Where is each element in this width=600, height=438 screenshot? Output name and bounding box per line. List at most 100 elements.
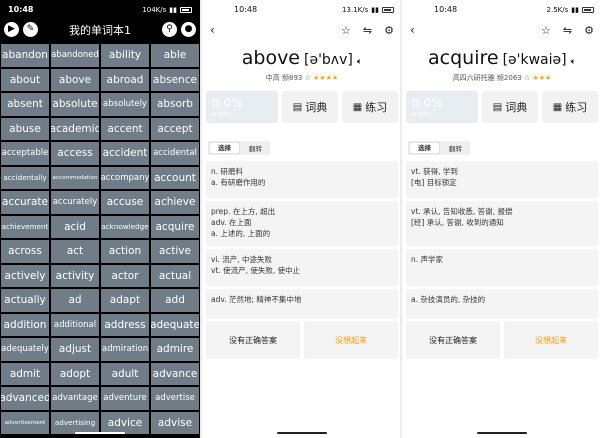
definition-option[interactable]: vt. 承认, 告知收悉, 答谢, 报偿 [经] 承认, 答谢, 收到的通知	[406, 201, 598, 246]
word-tile[interactable]: actual	[151, 264, 199, 287]
word-tile[interactable]: admiration	[101, 338, 149, 361]
word-tile[interactable]: activity	[51, 264, 99, 287]
definition-option[interactable]: n. 研磨料 a. 有研磨作用的	[206, 161, 398, 198]
practice-button[interactable]: ▦ 练习	[542, 91, 598, 123]
word-tile[interactable]: absent	[1, 93, 49, 116]
star-icon[interactable]: ☆	[541, 24, 551, 37]
word-tile[interactable]: advertising	[51, 411, 99, 434]
word-tile[interactable]: absorb	[151, 93, 199, 116]
definition-option[interactable]: vi. 流产, 中途失败 vt. 使流产, 使失败, 使中止	[206, 249, 398, 286]
word-tile[interactable]: advertise	[151, 387, 199, 410]
word-tile[interactable]: account	[151, 166, 199, 189]
definition-option[interactable]: n. 声学家	[406, 249, 598, 286]
word-tile[interactable]: academic	[51, 117, 99, 140]
word-tile[interactable]: above	[51, 68, 99, 91]
word-tile[interactable]: absence	[151, 68, 199, 91]
word-tile[interactable]: able	[151, 44, 199, 67]
word-tile[interactable]: ability	[101, 44, 149, 67]
word-tile[interactable]: accept	[151, 117, 199, 140]
word-tile[interactable]: accent	[101, 117, 149, 140]
definition-option[interactable]: a. 杂技演员的, 杂技的	[406, 289, 598, 319]
play-icon[interactable]: ▶	[4, 22, 19, 37]
word-tile[interactable]: advertisement	[1, 411, 49, 434]
word-tile[interactable]: advise	[151, 411, 199, 434]
no-correct-answer-button[interactable]: 没有正确答案	[406, 321, 500, 359]
word-tile[interactable]: accommodation	[51, 166, 99, 189]
practice-button[interactable]: ▦ 练习	[342, 91, 398, 123]
word-tile[interactable]: adopt	[51, 362, 99, 385]
definition-option[interactable]: vt. 获得, 学到 [电] 目标锁定	[406, 161, 598, 198]
word-tile[interactable]: abandon	[1, 44, 49, 67]
word-tile[interactable]: advantage	[51, 387, 99, 410]
word-tile[interactable]: adequate	[151, 313, 199, 336]
book-icon: ▤	[292, 101, 303, 113]
word-tile[interactable]: achieve	[151, 191, 199, 214]
battery-icon	[180, 6, 192, 13]
tab-choose[interactable]: 选择	[409, 142, 440, 154]
word-tile[interactable]: adjust	[51, 338, 99, 361]
forgot-button[interactable]: 没想起来	[504, 321, 598, 359]
word-tile[interactable]: acid	[51, 215, 99, 238]
word-tile[interactable]: accuse	[101, 191, 149, 214]
tab-flip[interactable]: 翻转	[241, 143, 270, 153]
word-tile[interactable]: abandoned	[51, 44, 99, 67]
word-tile[interactable]: adapt	[101, 289, 149, 312]
word-tile[interactable]: actor	[101, 264, 149, 287]
back-icon[interactable]: ‹	[410, 23, 415, 37]
swap-icon[interactable]: ⇋	[363, 24, 372, 37]
word-tile[interactable]: abroad	[101, 68, 149, 91]
edit-icon[interactable]: ✎	[23, 22, 38, 37]
tab-choose[interactable]: 选择	[209, 142, 240, 154]
word-tile[interactable]: acquire	[151, 215, 199, 238]
word-tile[interactable]: accurately	[51, 191, 99, 214]
word-tile[interactable]: ad	[51, 289, 99, 312]
dictionary-button[interactable]: ▤ 词典	[482, 91, 538, 123]
no-correct-answer-button[interactable]: 没有正确答案	[206, 321, 300, 359]
word-tile[interactable]: advice	[101, 411, 149, 434]
speaker-icon[interactable]: 🔈︎	[357, 57, 362, 67]
word-tile[interactable]: adult	[101, 362, 149, 385]
word-tile[interactable]: acknowledge	[101, 215, 149, 238]
word-tile[interactable]: acceptable	[1, 142, 49, 165]
back-icon[interactable]: ‹	[210, 23, 215, 37]
profile-icon[interactable]: ●	[181, 22, 196, 37]
word-tile[interactable]: accidental	[151, 142, 199, 165]
word-tile[interactable]: across	[1, 240, 49, 263]
definition-option[interactable]: adv. 茫然地; 精神不集中地	[206, 289, 398, 319]
forgot-button[interactable]: 没想起来	[304, 321, 398, 359]
tab-flip[interactable]: 翻转	[441, 143, 470, 153]
word-tile[interactable]: about	[1, 68, 49, 91]
gear-icon[interactable]: ⚙	[384, 24, 394, 37]
word-tile[interactable]: adequately	[1, 338, 49, 361]
definition-option[interactable]: prep. 在上方, 超出 adv. 在上面 a. 上述的, 上面的	[206, 201, 398, 246]
word-tile[interactable]: absolute	[51, 93, 99, 116]
speaker-icon[interactable]: 🔈︎	[571, 57, 576, 67]
word-tile[interactable]: advanced	[1, 387, 49, 410]
dictionary-button[interactable]: ▤ 词典	[282, 91, 338, 123]
word-tile[interactable]: abuse	[1, 117, 49, 140]
word-tile[interactable]: address	[101, 313, 149, 336]
word-tile[interactable]: admit	[1, 362, 49, 385]
word-tile[interactable]: adventure	[101, 387, 149, 410]
word-tile[interactable]: access	[51, 142, 99, 165]
word-tile[interactable]: admire	[151, 338, 199, 361]
word-tile[interactable]: active	[151, 240, 199, 263]
word-tile[interactable]: absolutely	[101, 93, 149, 116]
word-tile[interactable]: addition	[1, 313, 49, 336]
word-tile[interactable]: advance	[151, 362, 199, 385]
word-tile[interactable]: actively	[1, 264, 49, 287]
word-tile[interactable]: accidentally	[1, 166, 49, 189]
word-tile[interactable]: act	[51, 240, 99, 263]
swap-icon[interactable]: ⇋	[563, 24, 572, 37]
word-tile[interactable]: achievement	[1, 215, 49, 238]
star-icon[interactable]: ☆	[341, 24, 351, 37]
word-tile[interactable]: accompany	[101, 166, 149, 189]
gear-icon[interactable]: ⚙	[584, 24, 594, 37]
word-tile[interactable]: action	[101, 240, 149, 263]
word-tile[interactable]: additional	[51, 313, 99, 336]
search-icon[interactable]: ⚲	[162, 22, 177, 37]
word-tile[interactable]: actually	[1, 289, 49, 312]
word-tile[interactable]: accident	[101, 142, 149, 165]
word-tile[interactable]: add	[151, 289, 199, 312]
word-tile[interactable]: accurate	[1, 191, 49, 214]
